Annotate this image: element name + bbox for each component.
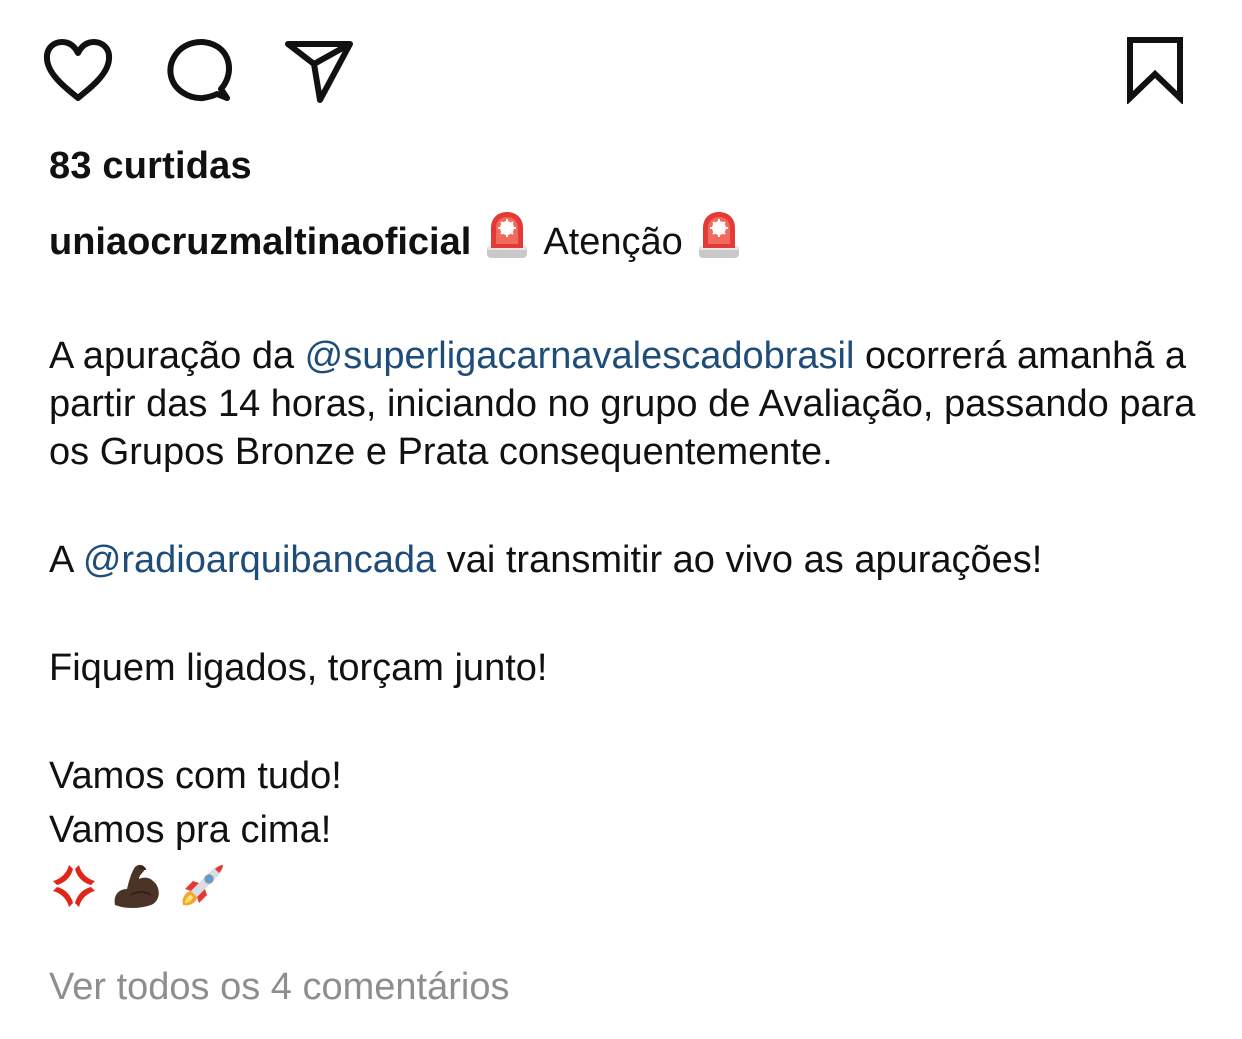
flexed-biceps-icon — [109, 861, 163, 911]
rocket-icon — [173, 861, 227, 911]
like-count[interactable]: 83 curtidas — [49, 145, 252, 188]
post-caption: uniaocruzmaltinaoficial Atenção A apuraç… — [49, 210, 1229, 912]
post-action-bar — [0, 0, 1242, 130]
view-all-comments-link[interactable]: Ver todos os 4 comentários — [49, 966, 509, 1009]
caption-paragraph-1: A apuração da @superligacarnavalescadobr… — [49, 332, 1229, 476]
police-light-icon — [697, 210, 741, 272]
police-light-icon — [485, 210, 529, 272]
paper-plane-icon[interactable] — [284, 38, 356, 104]
caption-text: A — [49, 539, 83, 581]
speech-bubble-icon[interactable] — [163, 38, 235, 104]
caption-text: vai transmitir ao vivo as apurações! — [436, 539, 1043, 581]
caption-paragraph-3: Fiquem ligados, torçam junto! — [49, 647, 548, 689]
mention-link[interactable]: @radioarquibancada — [83, 539, 436, 581]
author-username[interactable]: uniaocruzmaltinaoficial — [49, 221, 471, 263]
caption-text: A apuração da — [49, 335, 305, 377]
anger-symbol-icon — [49, 861, 99, 911]
caption-headline: uniaocruzmaltinaoficial Atenção — [49, 210, 1229, 272]
mention-link[interactable]: @superligacarnavalescadobrasil — [305, 335, 855, 377]
caption-line: Vamos com tudo! — [49, 755, 342, 797]
caption-headline-text: Atenção — [543, 221, 683, 263]
bookmark-icon[interactable] — [1122, 36, 1188, 104]
caption-paragraph-2: A @radioarquibancada vai transmitir ao v… — [49, 536, 1229, 584]
caption-emoji-row — [49, 860, 1229, 912]
caption-line: Vamos pra cima! — [49, 809, 332, 851]
heart-icon[interactable] — [42, 38, 114, 104]
